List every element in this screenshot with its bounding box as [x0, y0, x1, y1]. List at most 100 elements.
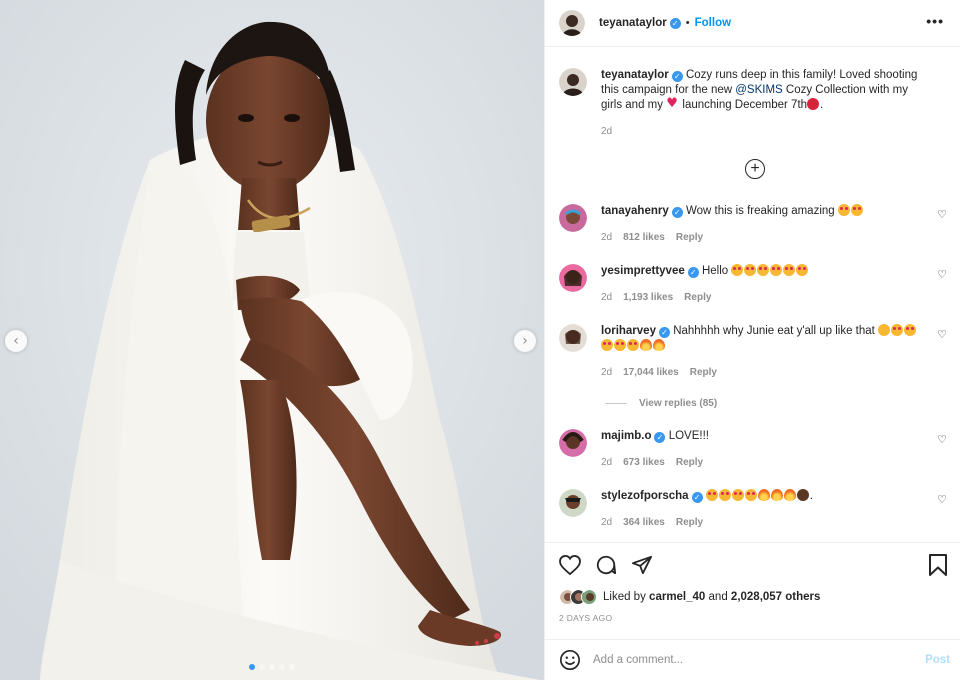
comment-text: .: [809, 490, 813, 502]
rose-emoji-icon: [807, 98, 820, 110]
post-photo[interactable]: ‹ ›: [0, 0, 544, 680]
heart-outline-icon[interactable]: ♡: [937, 268, 947, 281]
timestamp[interactable]: 2d: [601, 124, 612, 139]
liked-by-label: Liked by: [603, 591, 646, 603]
avatar[interactable]: [581, 589, 597, 605]
comment-likes[interactable]: 673 likes: [623, 455, 665, 470]
instagram-post-modal: ‹ › teyanataylor ✓ • Follow ••• teyanata…: [0, 0, 960, 680]
timestamp[interactable]: 2d: [601, 515, 612, 530]
comment-text: LOVE!!!: [668, 430, 709, 442]
post-timestamp[interactable]: 2 DAYS AGO: [559, 613, 947, 627]
chevron-left-icon: ‹: [13, 333, 19, 349]
comment-username[interactable]: yesimprettyvee: [601, 265, 685, 277]
carousel-prev-button[interactable]: ‹: [5, 330, 27, 352]
star-struck-emoji-icon: [744, 489, 757, 501]
post-actions: Liked by carmel_40 and 2,028,057 others …: [545, 542, 960, 627]
comment-text: Wow this is freaking amazing: [685, 205, 835, 217]
star-struck-emoji-icon: [731, 264, 744, 276]
heart-outline-icon[interactable]: ♡: [937, 328, 947, 341]
star-struck-emoji-icon: [718, 489, 731, 501]
reply-button[interactable]: Reply: [676, 230, 703, 245]
comment-username[interactable]: majimb.o: [601, 430, 651, 442]
comment-likes[interactable]: 812 likes: [623, 230, 665, 245]
avatar[interactable]: [559, 429, 587, 457]
photo-girl-in-white-blanket: [0, 0, 544, 680]
avatar[interactable]: [559, 489, 587, 517]
timestamp[interactable]: 2d: [601, 230, 612, 245]
reply-button[interactable]: Reply: [684, 290, 711, 305]
star-struck-emoji-icon: [705, 489, 718, 501]
likes-summary: Liked by carmel_40 and 2,028,057 others: [559, 587, 947, 607]
comment-username[interactable]: loriharvey: [601, 325, 656, 337]
divider: [605, 403, 627, 404]
star-struck-emoji-icon: [627, 339, 639, 351]
caption-body: launching December 7th: [679, 99, 808, 111]
view-replies-button[interactable]: View replies (85): [605, 398, 717, 409]
chevron-right-icon: ›: [522, 333, 528, 349]
verified-badge-icon: ✓: [687, 267, 699, 278]
post-caption: teyanataylor ✓ Cozy runs deep in this fam…: [559, 68, 947, 139]
red-heart-emoji-icon: [666, 96, 678, 111]
caption-meta: 2d: [601, 124, 931, 139]
reply-button[interactable]: Reply: [676, 515, 703, 530]
likes-count[interactable]: 2,028,057 others: [731, 591, 821, 603]
star-struck-emoji-icon: [731, 489, 744, 501]
avatar[interactable]: [559, 10, 585, 36]
comment-input[interactable]: [593, 654, 893, 666]
fire-emoji-icon: [783, 489, 796, 501]
timestamp[interactable]: 2d: [601, 455, 612, 470]
carousel-dot: [279, 664, 285, 670]
carousel-dot: [289, 664, 295, 670]
reply-button[interactable]: Reply: [690, 365, 717, 380]
heart-outline-icon[interactable]: ♡: [937, 208, 947, 221]
caption-text: teyanataylor ✓ Cozy runs deep in this fam…: [601, 68, 931, 139]
plus-circle-icon[interactable]: +: [745, 159, 765, 179]
star-struck-emoji-icon: [614, 339, 626, 351]
post-header: teyanataylor ✓ • Follow •••: [545, 0, 960, 47]
star-struck-emoji-icon: [796, 264, 809, 276]
heart-outline-icon[interactable]: ♡: [937, 493, 947, 506]
mention-link[interactable]: @SKIMS: [735, 84, 782, 96]
comments-list[interactable]: teyanataylor ✓ Cozy runs deep in this fam…: [545, 48, 960, 542]
carousel-dot: [259, 664, 265, 670]
comment-text: Hello: [701, 265, 729, 277]
carousel-next-button[interactable]: ›: [514, 330, 536, 352]
carousel-dot: [249, 664, 255, 670]
reply-button[interactable]: Reply: [676, 455, 703, 470]
avatar[interactable]: [559, 204, 587, 232]
fire-emoji-icon: [640, 339, 652, 351]
heart-outline-icon[interactable]: [559, 555, 581, 575]
comment-item: tanayahenry ✓ Wow this is freaking amazin…: [559, 204, 947, 245]
more-options-icon[interactable]: •••: [926, 13, 944, 29]
astonished-emoji-icon: [878, 324, 891, 336]
carousel-dot: [269, 664, 275, 670]
liker-avatars: [559, 589, 597, 605]
comment-likes[interactable]: 17,044 likes: [623, 365, 679, 380]
star-struck-emoji-icon: [757, 264, 770, 276]
caption-username[interactable]: teyanataylor: [601, 69, 669, 81]
liked-by-user[interactable]: carmel_40: [649, 591, 705, 603]
post-comment-button[interactable]: Post: [925, 654, 950, 666]
action-icons: [559, 543, 947, 587]
comment-likes[interactable]: 1,193 likes: [623, 290, 673, 305]
avatar[interactable]: [559, 68, 587, 96]
heart-outline-icon[interactable]: ♡: [937, 433, 947, 446]
timestamp[interactable]: 2d: [601, 365, 612, 380]
timestamp[interactable]: 2d: [601, 290, 612, 305]
star-struck-emoji-icon: [770, 264, 783, 276]
emoji-icon[interactable]: [559, 649, 581, 671]
comment-username[interactable]: tanayahenry: [601, 205, 669, 217]
comment-likes[interactable]: 364 likes: [623, 515, 665, 530]
post-author-username[interactable]: teyanataylor: [599, 17, 667, 29]
caption-body: .: [820, 99, 824, 111]
bookmark-icon[interactable]: [929, 554, 947, 576]
verified-badge-icon: ✓: [671, 71, 683, 82]
comment-icon[interactable]: [595, 554, 617, 576]
liked-by-label: and: [708, 591, 728, 603]
share-icon[interactable]: [631, 555, 653, 575]
avatar[interactable]: [559, 324, 587, 352]
follow-button[interactable]: Follow: [695, 17, 731, 29]
avatar[interactable]: [559, 264, 587, 292]
star-struck-emoji-icon: [891, 324, 904, 336]
comment-username[interactable]: stylezofporscha: [601, 490, 689, 502]
